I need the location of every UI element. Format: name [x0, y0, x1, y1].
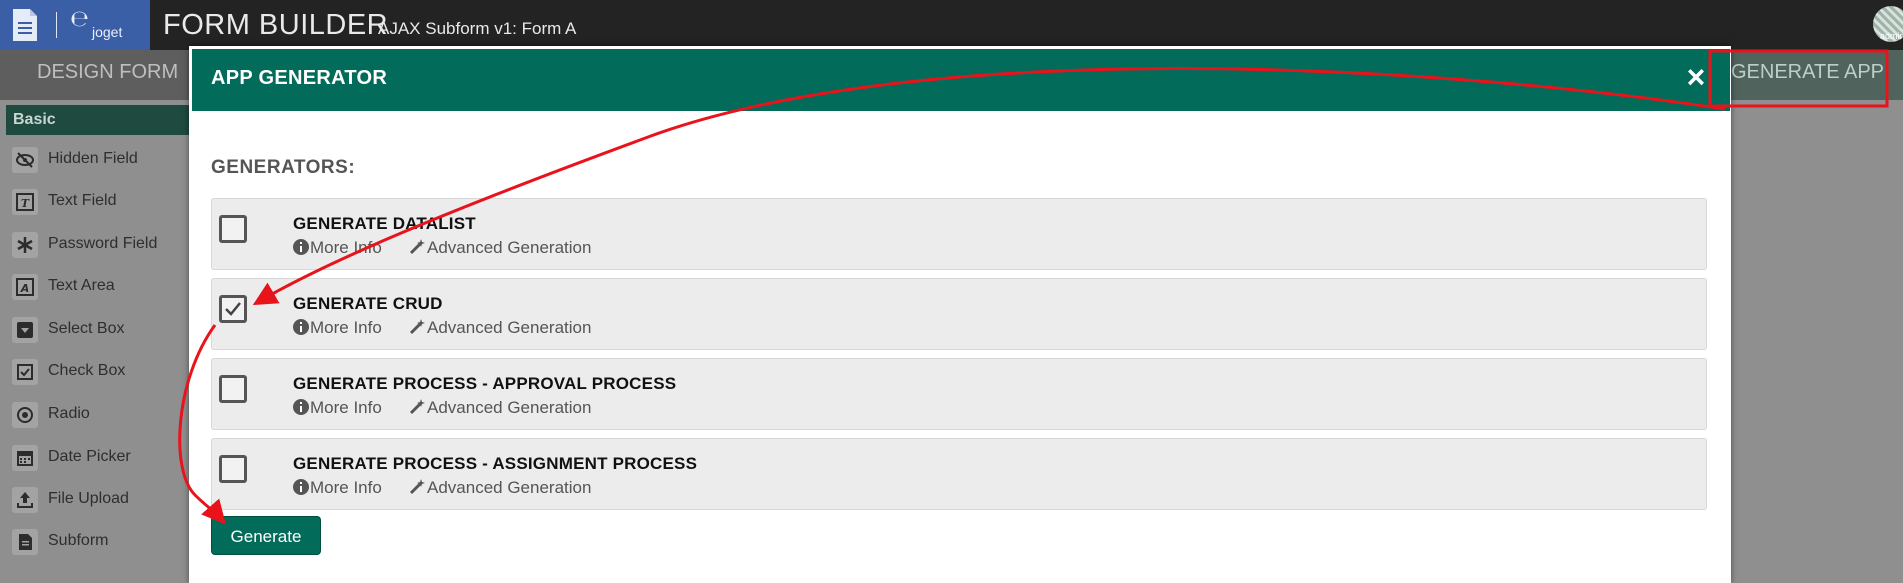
magic-wand-icon: [409, 319, 425, 335]
palette-item-password-field[interactable]: Password Field: [10, 230, 190, 260]
calendar-icon: [12, 445, 38, 471]
advanced-generation-label: Advanced Generation: [427, 478, 592, 497]
palette-item-text-field[interactable]: T Text Field: [10, 187, 190, 217]
dialog-title: APP GENERATOR: [211, 67, 388, 89]
dialog-header: [192, 49, 1730, 111]
palette-item-label: Subform: [48, 532, 109, 549]
palette-item-label: Hidden Field: [48, 150, 138, 167]
tab-generate-app-label: GENERATE APP: [1731, 61, 1885, 83]
text-area-icon: A: [12, 274, 38, 300]
more-info-label: More Info: [310, 478, 382, 497]
checkbox-icon: [12, 359, 38, 385]
advanced-generation-link[interactable]: Advanced Generation: [409, 478, 591, 498]
info-circle-icon: [293, 479, 309, 495]
palette-item-label: Date Picker: [48, 448, 131, 465]
palette-item-date-picker[interactable]: Date Picker: [10, 443, 190, 473]
palette-item-label: Radio: [48, 405, 90, 422]
advanced-generation-label: Advanced Generation: [427, 318, 592, 337]
magic-wand-icon: [409, 399, 425, 415]
info-circle-icon: [293, 319, 309, 335]
more-info-label: More Info: [310, 318, 382, 337]
generator-row-crud: GENERATE CRUD More Info Advanced Generat…: [211, 278, 1707, 350]
canvas-backdrop: [1731, 100, 1903, 583]
radio-icon: [12, 402, 38, 428]
advanced-generation-link[interactable]: Advanced Generation: [409, 318, 591, 338]
joget-logo-text: joget: [92, 24, 123, 40]
palette-item-check-box[interactable]: Check Box: [10, 357, 190, 387]
more-info-label: More Info: [310, 398, 382, 417]
svg-text:T: T: [21, 197, 30, 210]
generator-row-approval-process: GENERATE PROCESS - APPROVAL PROCESS More…: [211, 358, 1707, 430]
palette-item-file-upload[interactable]: File Upload: [10, 485, 190, 515]
document-icon[interactable]: [10, 8, 40, 42]
upload-icon: [12, 487, 38, 513]
check-icon: [225, 302, 241, 316]
palette-item-radio[interactable]: Radio: [10, 400, 190, 430]
advanced-generation-label: Advanced Generation: [427, 398, 592, 417]
more-info-link[interactable]: More Info: [293, 318, 382, 338]
top-header: ℮ joget FORM BUILDER AJAX Subform v1: Fo…: [0, 0, 1903, 50]
palette-category-basic[interactable]: Basic: [6, 105, 190, 135]
logo-area: ℮ joget: [0, 0, 150, 50]
palette-item-subform[interactable]: Subform: [10, 527, 190, 557]
more-info-link[interactable]: More Info: [293, 478, 382, 498]
palette-item-label: Password Field: [48, 235, 158, 252]
info-circle-icon: [293, 399, 309, 415]
generator-checkbox[interactable]: [219, 375, 247, 403]
avatar-username: admin: [1880, 31, 1903, 41]
page-title: FORM BUILDER: [163, 9, 389, 41]
palette-item-label: Check Box: [48, 362, 126, 379]
form-subtitle: AJAX Subform v1: Form A: [378, 19, 577, 38]
generator-checkbox[interactable]: [219, 215, 247, 243]
text-field-icon: T: [12, 189, 38, 215]
palette-item-label: Text Area: [48, 277, 115, 294]
info-circle-icon: [293, 239, 309, 255]
generate-button[interactable]: Generate: [211, 516, 321, 555]
joget-logo-mark-icon: ℮: [70, 7, 89, 32]
tab-design-form[interactable]: DESIGN FORM: [37, 61, 178, 84]
generator-checkbox[interactable]: [219, 455, 247, 483]
asterisk-icon: [12, 232, 38, 258]
magic-wand-icon: [409, 479, 425, 495]
generator-name: GENERATE PROCESS - APPROVAL PROCESS: [293, 374, 677, 393]
more-info-link[interactable]: More Info: [293, 238, 382, 258]
tab-generate-app[interactable]: GENERATE APP: [1718, 50, 1903, 100]
generators-heading: GENERATORS:: [211, 157, 356, 178]
generator-row-datalist: GENERATE DATALIST More Info Advanced Gen…: [211, 198, 1707, 270]
advanced-generation-link[interactable]: Advanced Generation: [409, 398, 591, 418]
palette-item-label: File Upload: [48, 490, 129, 507]
generator-checkbox-checked[interactable]: [219, 295, 247, 323]
palette-item-text-area[interactable]: A Text Area: [10, 272, 190, 302]
generator-name: GENERATE DATALIST: [293, 214, 476, 233]
svg-text:A: A: [20, 282, 30, 295]
more-info-link[interactable]: More Info: [293, 398, 382, 418]
magic-wand-icon: [409, 239, 425, 255]
more-info-label: More Info: [310, 238, 382, 257]
eye-slash-icon: [12, 147, 38, 173]
palette-item-hidden-field[interactable]: Hidden Field: [10, 145, 190, 175]
caret-box-icon: [12, 317, 38, 343]
close-icon[interactable]: ×: [1683, 61, 1709, 93]
subform-icon: [12, 529, 38, 555]
advanced-generation-link[interactable]: Advanced Generation: [409, 238, 591, 258]
palette-item-label: Text Field: [48, 192, 117, 209]
logo-divider: [56, 12, 57, 38]
advanced-generation-label: Advanced Generation: [427, 238, 592, 257]
generator-name: GENERATE PROCESS - ASSIGNMENT PROCESS: [293, 454, 698, 473]
palette-item-label: Select Box: [48, 320, 125, 337]
generator-row-assignment-process: GENERATE PROCESS - ASSIGNMENT PROCESS Mo…: [211, 438, 1707, 510]
generator-name: GENERATE CRUD: [293, 294, 443, 313]
palette-item-select-box[interactable]: Select Box: [10, 315, 190, 345]
